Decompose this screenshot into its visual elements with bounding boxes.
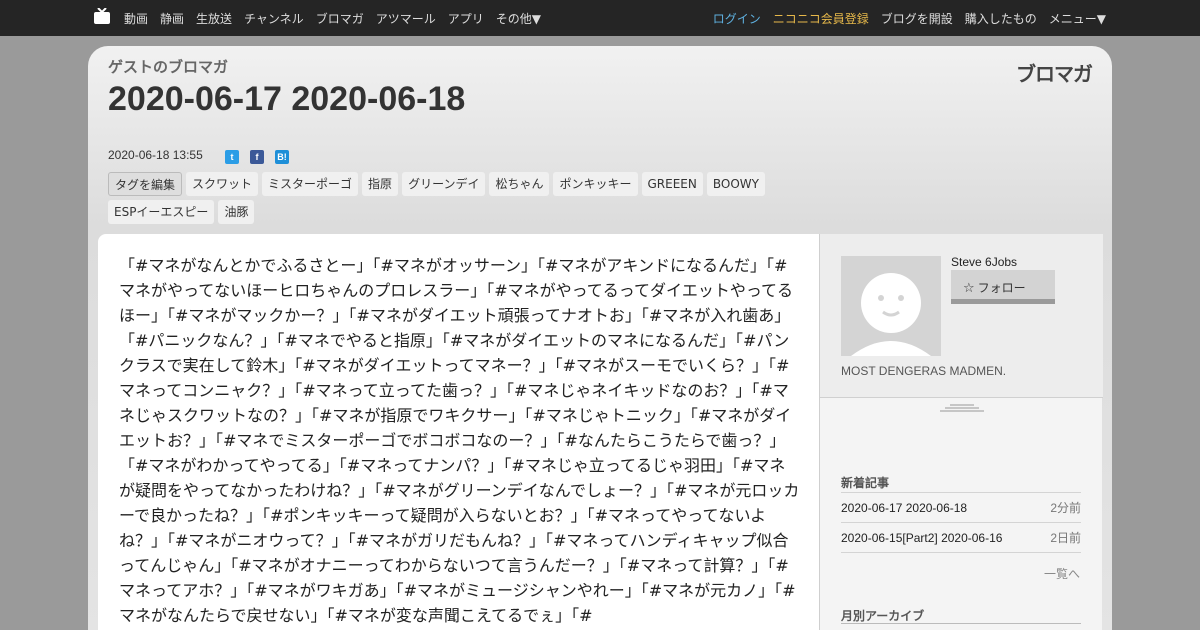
recent-article-title[interactable]: 2020-06-17 2020-06-18	[841, 501, 967, 515]
list-item[interactable]: 2020-06-17 2020-06-18 2分前	[841, 492, 1081, 522]
nav-video[interactable]: 動画	[124, 10, 148, 27]
recent-article-age: 2日前	[1050, 531, 1081, 545]
follow-button[interactable]: ☆ フォロー	[951, 270, 1055, 304]
recent-article-age: 2分前	[1050, 501, 1081, 515]
global-header: 動画 静画 生放送 チャンネル ブロマガ アツマール アプリ その他▼ ログイン…	[0, 0, 1200, 36]
author-tagline: MOST DENGERAS MADMEN.	[841, 364, 1007, 378]
open-blog-link[interactable]: ブログを開設	[881, 10, 953, 27]
follow-label: フォロー	[977, 281, 1026, 295]
recent-articles-list: 2020-06-17 2020-06-18 2分前 2020-06-15[Par…	[841, 492, 1081, 553]
article-text: 「#マネがなんとかでふるさとー」「#マネがオッサーン」「#マネがアキンドになるん…	[119, 256, 800, 625]
twitter-share-icon[interactable]: t	[225, 150, 239, 164]
purchased-link[interactable]: 購入したもの	[965, 10, 1037, 27]
tag-item[interactable]: 指原	[362, 172, 399, 196]
divider	[841, 623, 1081, 624]
nav-blomaga[interactable]: ブロマガ	[316, 10, 364, 27]
tag-item[interactable]: スクワット	[186, 172, 259, 196]
blog-panel: ゲストのブロマガ ブロマガ 2020-06-17 2020-06-18 2020…	[88, 46, 1112, 630]
share-buttons: t f B!	[225, 150, 300, 164]
facebook-share-icon[interactable]: f	[250, 150, 264, 164]
recent-article-title[interactable]: 2020-06-15[Part2] 2020-06-16	[841, 531, 1002, 545]
nav-seiga[interactable]: 静画	[160, 10, 184, 27]
blog-name[interactable]: ゲストのブロマガ	[108, 56, 228, 77]
edit-tags-button[interactable]: タグを編集	[108, 172, 183, 196]
tag-item[interactable]: ミスターポーゴ	[262, 172, 359, 196]
post-date: 2020-06-18 13:55	[108, 148, 203, 162]
nav-atsumaru[interactable]: アツマール	[376, 10, 436, 27]
tag-item[interactable]: GREEEN	[641, 172, 703, 196]
niconico-logo-icon[interactable]	[93, 8, 111, 24]
tag-item[interactable]: ESPイーエスピー	[108, 200, 215, 224]
tag-item[interactable]: グリーンデイ	[402, 172, 486, 196]
global-nav: 動画 静画 生放送 チャンネル ブロマガ アツマール アプリ その他▼	[124, 0, 553, 36]
login-link[interactable]: ログイン	[713, 10, 761, 27]
recent-articles-heading: 新着記事	[841, 476, 890, 490]
nav-apps[interactable]: アプリ	[448, 10, 484, 27]
tag-item[interactable]: ポンキッキー	[553, 172, 638, 196]
profile-card: Steve 6Jobs ☆ フォロー MOST DENGERAS MADMEN.	[820, 234, 1103, 398]
star-icon: ☆	[963, 281, 975, 296]
hatena-bookmark-icon[interactable]: B!	[275, 150, 289, 164]
sidebar: Steve 6Jobs ☆ フォロー MOST DENGERAS MADMEN. …	[819, 234, 1103, 630]
tag-item[interactable]: 松ちゃん	[489, 172, 550, 196]
blomaga-logo[interactable]: ブロマガ	[1016, 58, 1093, 87]
nav-more[interactable]: その他▼	[496, 10, 541, 27]
account-nav: ログイン ニコニコ会員登録 ブログを開設 購入したもの メニュー▼	[701, 0, 1106, 36]
nav-live[interactable]: 生放送	[196, 10, 232, 27]
nav-channel[interactable]: チャンネル	[244, 10, 304, 27]
article-body: 「#マネがなんとかでふるさとー」「#マネがオッサーン」「#マネがアキンドになるん…	[98, 234, 819, 630]
register-link[interactable]: ニコニコ会員登録	[773, 10, 869, 27]
tag-item[interactable]: 油豚	[218, 200, 255, 224]
avatar[interactable]	[841, 256, 941, 356]
divider	[841, 552, 1081, 553]
tag-item[interactable]: BOOWY	[706, 172, 765, 196]
monthly-archive-heading: 月別アーカイブ	[841, 609, 925, 623]
author-name[interactable]: Steve 6Jobs	[951, 255, 1017, 269]
smile-icon	[851, 295, 931, 356]
list-item[interactable]: 2020-06-15[Part2] 2020-06-16 2日前	[841, 522, 1081, 552]
collapse-handle-icon[interactable]	[940, 404, 984, 412]
tag-list: タグを編集 スクワット ミスターポーゴ 指原 グリーンデイ 松ちゃん ポンキッキ…	[108, 172, 788, 228]
view-all-link[interactable]: 一覧へ	[1044, 565, 1080, 582]
menu-dropdown[interactable]: メニュー▼	[1049, 10, 1106, 27]
article-title: 2020-06-17 2020-06-18	[108, 80, 466, 118]
